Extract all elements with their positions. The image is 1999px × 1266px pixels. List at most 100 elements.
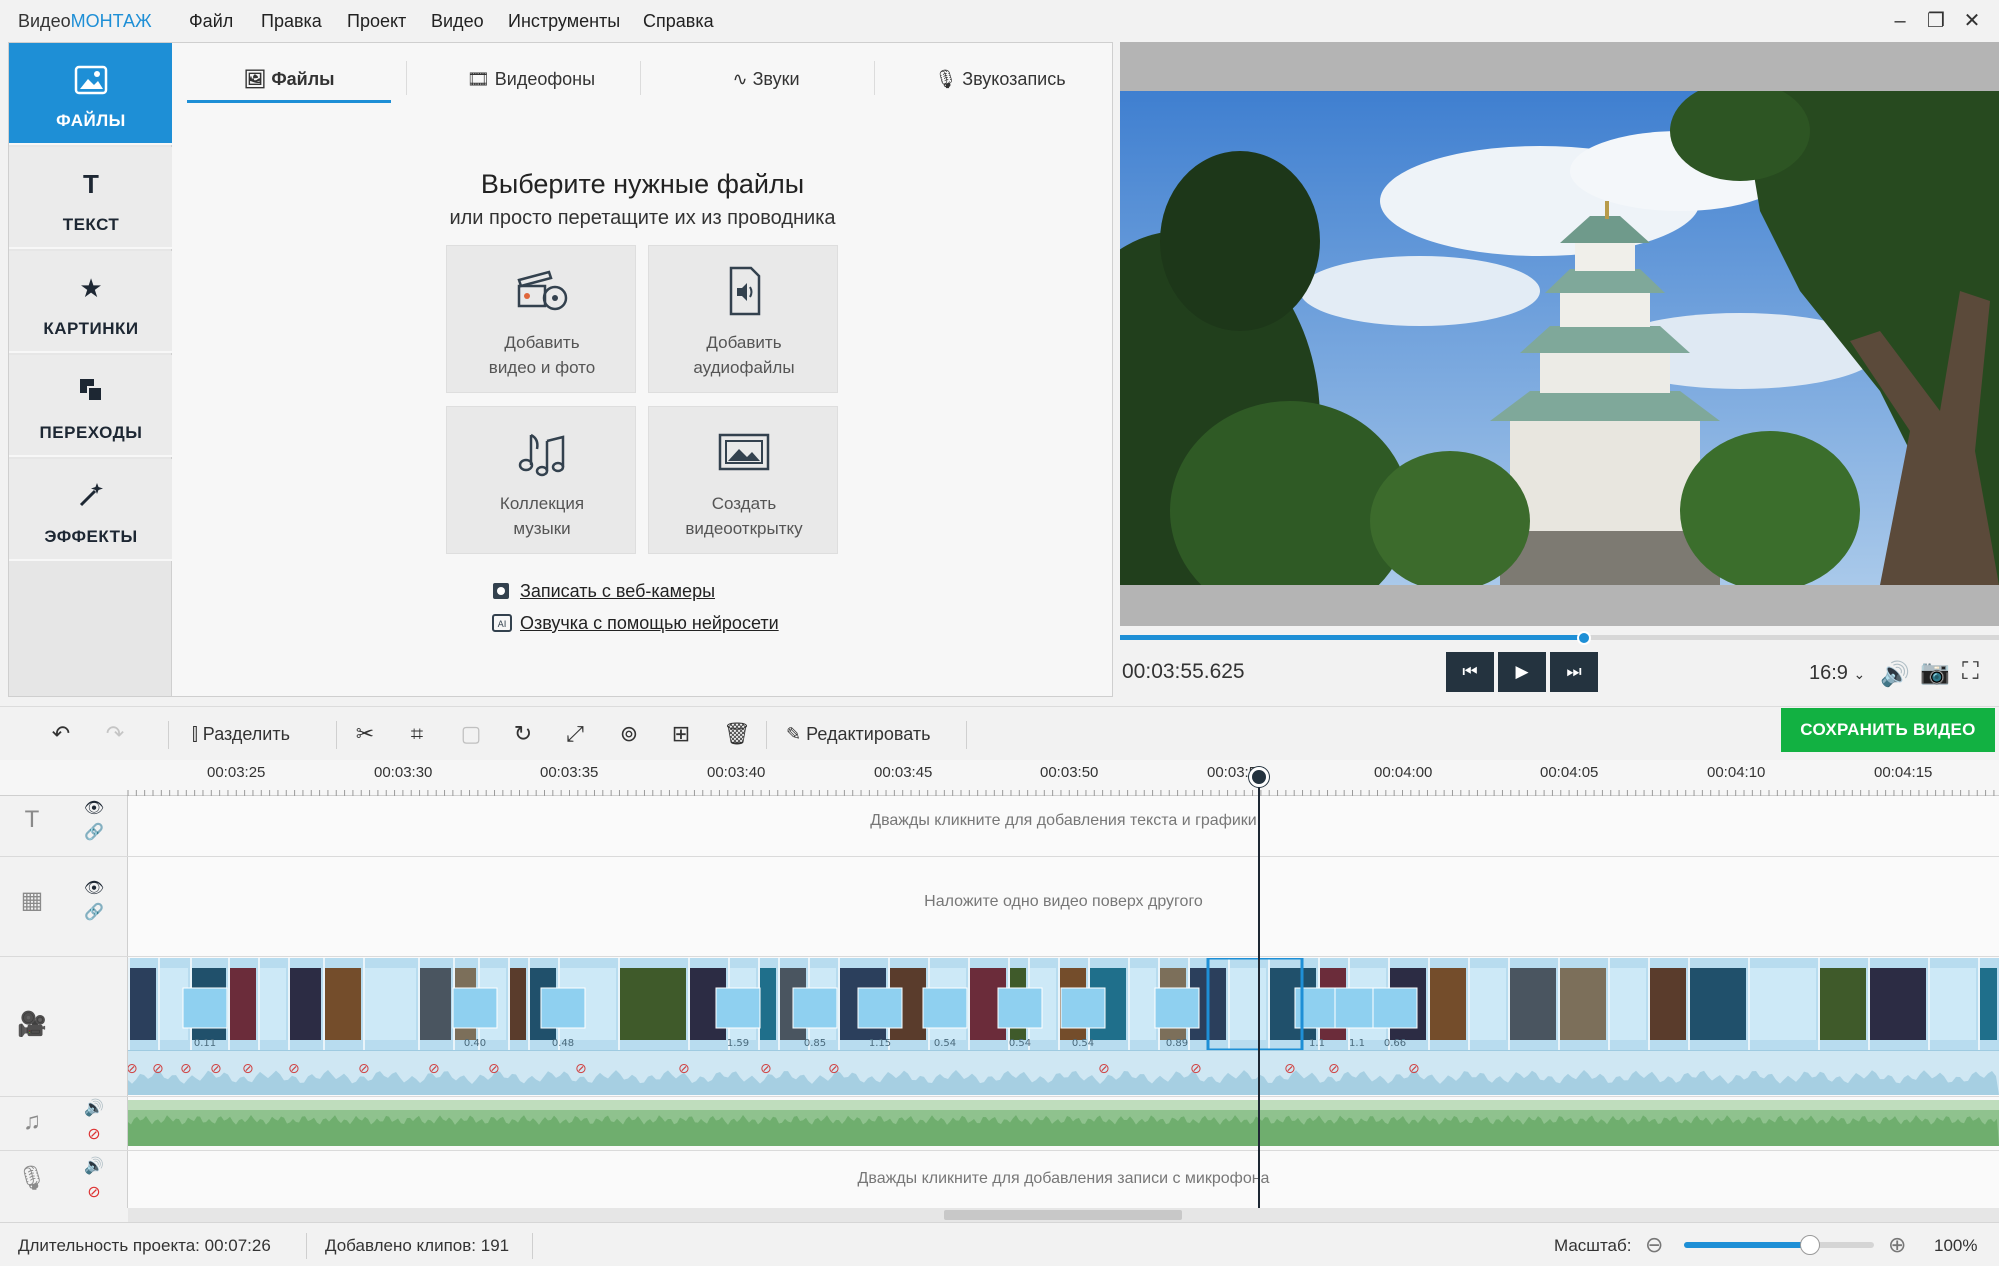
- video-track[interactable]: 0.11 0.40 0.48 1.59 0.85 1.15 0.54 0.54 0.54 0.89…: [128, 956, 1999, 1052]
- track-divider: [0, 1096, 1999, 1097]
- play-icon[interactable]: ▶: [1498, 652, 1546, 692]
- scrollbar-thumb[interactable]: [944, 1210, 1182, 1220]
- ai-voiceover-link[interactable]: Озвучка с помощью нейросети: [520, 613, 779, 634]
- transition-marker: [715, 987, 761, 1029]
- link-icon[interactable]: 🔗: [80, 902, 108, 922]
- transition-duration-label: 0.40: [464, 1038, 486, 1049]
- clip-separator: [1608, 958, 1610, 1050]
- zoom-in-icon[interactable]: ⊕: [1888, 1232, 1906, 1258]
- menu-edit[interactable]: Правка: [261, 11, 322, 32]
- fullscreen-icon[interactable]: ⛶: [1962, 658, 1979, 686]
- preview-progress-handle[interactable]: [1577, 631, 1591, 645]
- sidebar-item-text[interactable]: T ТЕКСТ: [9, 147, 173, 249]
- video-clip: [1560, 968, 1606, 1040]
- skip-back-icon[interactable]: ⏮: [1446, 652, 1494, 692]
- clip-separator: [1058, 958, 1060, 1050]
- tab-files[interactable]: 🖼 Файлы: [187, 59, 391, 103]
- video-clip: [365, 968, 416, 1040]
- preview-frame: [1120, 91, 1999, 585]
- add-frame-icon[interactable]: ⊞: [664, 719, 698, 749]
- sidebar-item-files[interactable]: ФАЙЛЫ: [9, 43, 173, 145]
- trash-icon[interactable]: 🗑: [720, 719, 754, 749]
- music-track[interactable]: [128, 1110, 1999, 1146]
- save-video-button[interactable]: СОХРАНИТЬ ВИДЕО: [1781, 708, 1995, 752]
- video-clip: [1870, 968, 1926, 1040]
- tab-divider: [406, 61, 407, 95]
- menu-help[interactable]: Справка: [643, 11, 714, 32]
- clip-separator: [778, 958, 780, 1050]
- tab-label: Звукозапись: [962, 69, 1066, 89]
- volume-icon[interactable]: 🔊: [80, 1098, 108, 1118]
- duration-label: Длительность проекта:: [18, 1236, 200, 1255]
- frame-icon[interactable]: ▢: [454, 719, 488, 749]
- playhead-line[interactable]: [1258, 776, 1260, 1208]
- timeline-ruler[interactable]: 00:03:25 00:03:30 00:03:35 00:03:40 00:0…: [0, 760, 1999, 796]
- music-collection-button[interactable]: Коллекция музыки: [446, 406, 636, 554]
- split-icon: ⫿: [192, 724, 198, 744]
- resize-icon[interactable]: ⤢: [558, 719, 592, 749]
- menu-tools[interactable]: Инструменты: [508, 11, 620, 32]
- stabilize-icon[interactable]: ⊚: [612, 719, 646, 749]
- tab-recording[interactable]: 🎙 Звукозапись: [890, 59, 1110, 103]
- title-bar: ВидеоМОНТАЖ Файл Правка Проект Видео Инс…: [0, 0, 1999, 42]
- playhead-handle[interactable]: [1249, 767, 1269, 787]
- zoom-out-icon[interactable]: ⊖: [1645, 1232, 1663, 1258]
- split-button[interactable]: ⫿ Разделить: [192, 719, 290, 749]
- skip-forward-icon[interactable]: ⏭: [1550, 652, 1598, 692]
- image-icon: [9, 65, 173, 102]
- text-track-hint: Дважды кликните для добавления текста и …: [870, 812, 1257, 829]
- muted-audio-mark: ⊘: [488, 1060, 500, 1076]
- scissors-icon[interactable]: ✂: [348, 719, 382, 749]
- crop-icon[interactable]: ⌗: [400, 719, 434, 749]
- clip-separator: [1128, 958, 1130, 1050]
- video-clip: [1820, 968, 1866, 1040]
- music-track-top: [128, 1100, 1999, 1110]
- muted-audio-mark: ⊘: [128, 1060, 138, 1076]
- sidebar-item-transitions[interactable]: ПЕРЕХОДЫ: [9, 355, 173, 457]
- postcard-icon: [649, 427, 839, 481]
- restore-icon[interactable]: ❐: [1919, 6, 1953, 36]
- toolbar-divider: [966, 721, 967, 749]
- transition-marker: [540, 987, 586, 1029]
- video-clip: [1470, 968, 1506, 1040]
- mute-link-icon[interactable]: ⊘: [80, 1124, 108, 1144]
- close-icon[interactable]: ✕: [1955, 6, 1989, 36]
- track-divider: [0, 856, 1999, 857]
- muted-audio-mark: ⊘: [1284, 1060, 1296, 1076]
- edit-label: Редактировать: [806, 724, 931, 744]
- menu-video[interactable]: Видео: [431, 11, 484, 32]
- webcam-record-link[interactable]: Записать с веб-камеры: [520, 581, 715, 602]
- eye-icon[interactable]: 👁: [80, 798, 108, 818]
- video-camera-icon: 🎥: [17, 1011, 47, 1038]
- rotate-icon[interactable]: ↻: [506, 719, 540, 749]
- add-video-photo-button[interactable]: Добавить видео и фото: [446, 245, 636, 393]
- zoom-slider-handle[interactable]: [1800, 1235, 1820, 1255]
- create-postcard-button[interactable]: Создать видеооткрытку: [648, 406, 838, 554]
- volume-icon[interactable]: 🔊: [80, 1156, 108, 1176]
- clips-value: 191: [480, 1236, 510, 1255]
- muted-audio-mark: ⊘: [575, 1060, 587, 1076]
- transition-marker: [922, 987, 968, 1029]
- tab-divider: [640, 61, 641, 95]
- sidebar-item-pictures[interactable]: ★ КАРТИНКИ: [9, 251, 173, 353]
- link-icon[interactable]: 🔗: [80, 822, 108, 842]
- mute-link-icon[interactable]: ⊘: [80, 1182, 108, 1202]
- eye-icon[interactable]: 👁: [80, 878, 108, 898]
- menu-project[interactable]: Проект: [347, 11, 406, 32]
- tab-video-backgrounds[interactable]: 🎞 Видеофоны: [421, 59, 641, 103]
- edit-button[interactable]: ✎ Редактировать: [786, 719, 930, 749]
- menu-file[interactable]: Файл: [189, 11, 233, 32]
- add-audio-button[interactable]: Добавить аудиофайлы: [648, 245, 838, 393]
- tab-sounds[interactable]: ∿ Звуки: [656, 59, 876, 103]
- clip-separator: [1978, 958, 1980, 1050]
- ruler-ticks: [127, 790, 1995, 796]
- clip-audio-track[interactable]: ⊘ ⊘ ⊘ ⊘ ⊘ ⊘ ⊘ ⊘ ⊘ ⊘ ⊘ ⊘ ⊘ ⊘ ⊘ ⊘ ⊘ ⊘: [126, 1050, 1999, 1095]
- aspect-ratio-select[interactable]: 16:9 ⌄: [1809, 662, 1865, 685]
- sidebar-item-effects[interactable]: ЭФФЕКТЫ: [9, 459, 173, 561]
- volume-icon[interactable]: 🔊: [1880, 660, 1910, 689]
- undo-icon[interactable]: ↶: [44, 719, 78, 749]
- minimize-icon[interactable]: –: [1883, 6, 1917, 36]
- camera-snapshot-icon[interactable]: 📷: [1920, 658, 1950, 687]
- clip-separator: [1818, 958, 1820, 1050]
- redo-icon[interactable]: ↷: [98, 719, 132, 749]
